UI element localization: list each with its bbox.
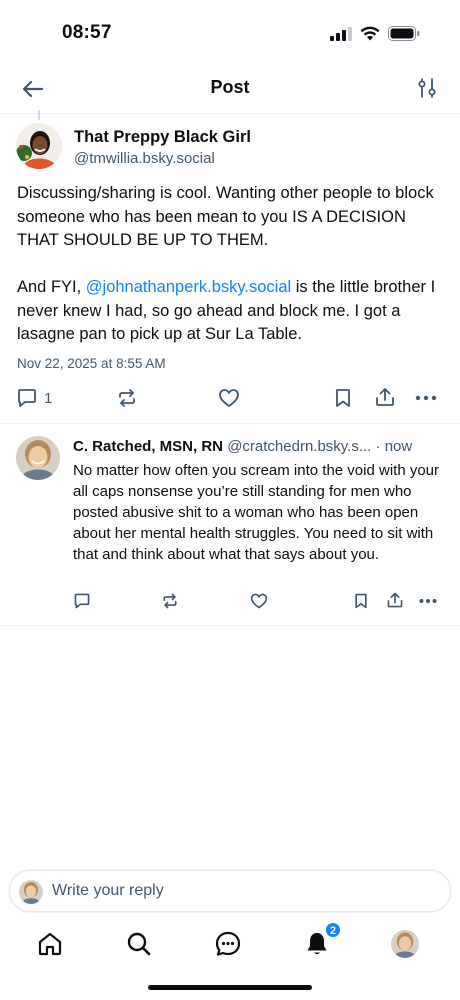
- nav-search[interactable]: [125, 930, 153, 958]
- heart-icon[interactable]: [250, 592, 268, 610]
- bottom-nav: 2: [0, 918, 460, 970]
- main-post: That Preppy Black Girl @tmwillia.bsky.so…: [0, 110, 460, 424]
- reply-post[interactable]: C. Ratched, MSN, RN @cratchedrn.bsky.s..…: [0, 424, 460, 626]
- reply-like-button[interactable]: [250, 592, 268, 610]
- composer-avatar: [19, 880, 43, 904]
- status-bar: 08:57: [0, 0, 460, 64]
- post-date: Nov 22, 2025 at 8:55 AM: [17, 356, 166, 371]
- reply-timestamp: · now: [371, 438, 413, 455]
- reply-composer[interactable]: Write your reply: [9, 870, 451, 912]
- reply-meta: C. Ratched, MSN, RN @cratchedrn.bsky.s..…: [73, 438, 412, 455]
- author-avatar[interactable]: [16, 123, 62, 169]
- wifi-icon: [360, 26, 380, 41]
- home-indicator: [148, 985, 312, 990]
- reply-share-button[interactable]: [386, 591, 404, 609]
- post-actions: 1: [0, 384, 460, 414]
- reply-text: No matter how often you scream into the …: [73, 462, 440, 563]
- like-button[interactable]: [218, 387, 240, 409]
- thread-settings-button[interactable]: [416, 77, 438, 99]
- more-button[interactable]: [414, 387, 438, 409]
- reply-more-button[interactable]: [418, 592, 438, 610]
- battery-icon: [388, 26, 420, 41]
- bookmark-button[interactable]: [333, 387, 353, 409]
- header: Post: [0, 64, 460, 114]
- status-time: 08:57: [62, 22, 112, 43]
- composer-placeholder[interactable]: Write your reply: [52, 882, 164, 900]
- post-text: Discussing/sharing is cool. Wanting othe…: [17, 182, 445, 347]
- repost-icon[interactable]: [116, 387, 138, 409]
- chat-icon[interactable]: [214, 930, 242, 958]
- reply-author-handle[interactable]: @cratchedrn.bsky.s...: [227, 438, 371, 455]
- comment-icon[interactable]: [73, 592, 91, 610]
- avatar-photo-icon[interactable]: [16, 123, 62, 169]
- thread-line: [38, 110, 40, 120]
- mention-link[interactable]: @johnathanperk.bsky.social: [86, 278, 291, 296]
- reply-actions: [0, 592, 460, 616]
- nav-profile[interactable]: [391, 930, 419, 958]
- reply-repost-button[interactable]: [161, 592, 179, 610]
- share-icon[interactable]: [386, 591, 404, 609]
- home-icon[interactable]: [36, 930, 64, 958]
- share-button[interactable]: [374, 386, 396, 408]
- more-icon[interactable]: [414, 387, 438, 409]
- bookmark-icon[interactable]: [353, 592, 369, 610]
- notification-badge: 2: [325, 922, 341, 938]
- avatar-photo-icon: [19, 880, 43, 904]
- reply-author-avatar[interactable]: [16, 436, 60, 480]
- comment-icon[interactable]: [16, 387, 38, 409]
- avatar-photo-icon[interactable]: [16, 436, 60, 480]
- nav-home[interactable]: [36, 930, 64, 958]
- more-icon[interactable]: [418, 592, 438, 610]
- profile-avatar-icon[interactable]: [391, 930, 419, 958]
- nav-chat[interactable]: [214, 930, 242, 958]
- author-handle[interactable]: @tmwillia.bsky.social: [74, 150, 215, 167]
- share-icon[interactable]: [374, 386, 396, 408]
- status-icons: [330, 26, 420, 41]
- page-title: Post: [210, 77, 250, 97]
- bookmark-icon[interactable]: [333, 387, 353, 409]
- heart-icon[interactable]: [218, 387, 240, 409]
- repost-button[interactable]: [116, 387, 138, 409]
- cellular-signal-icon: [330, 26, 352, 41]
- nav-notifications[interactable]: 2: [303, 922, 341, 958]
- repost-icon[interactable]: [161, 592, 179, 610]
- reply-count: 1: [44, 389, 53, 407]
- author-name[interactable]: That Preppy Black Girl: [74, 128, 251, 147]
- reply-author-name[interactable]: C. Ratched, MSN, RN: [73, 438, 223, 455]
- reply-reply-button[interactable]: [73, 592, 91, 610]
- search-icon[interactable]: [125, 930, 153, 958]
- reply-button[interactable]: 1: [16, 387, 52, 409]
- filter-sliders-icon[interactable]: [416, 77, 438, 99]
- reply-bookmark-button[interactable]: [353, 592, 369, 610]
